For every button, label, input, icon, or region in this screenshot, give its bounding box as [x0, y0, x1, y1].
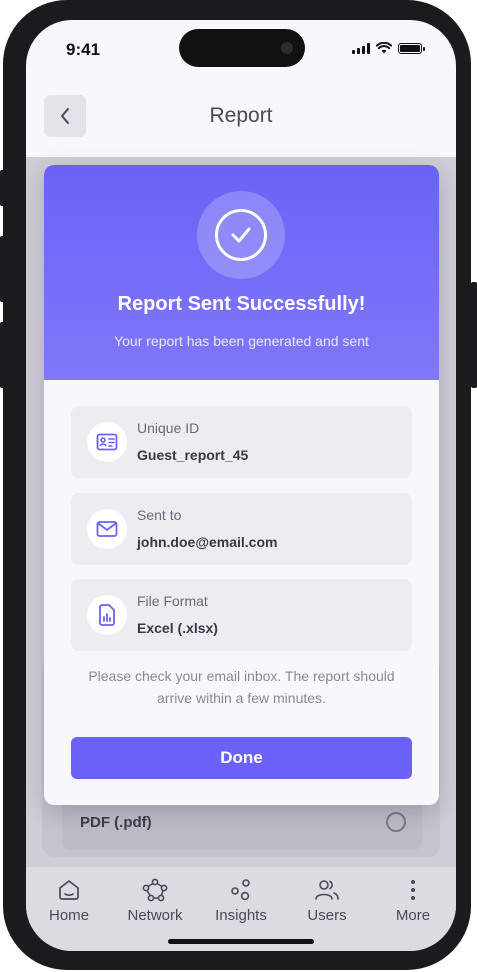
- camera-icon: [281, 42, 293, 54]
- success-modal: Report Sent Successfully! Your report ha…: [44, 165, 439, 805]
- info-card-unique-id: Unique ID Guest_report_45: [71, 406, 412, 478]
- nav-item-more[interactable]: More: [370, 877, 456, 924]
- info-label: Sent to: [137, 507, 182, 523]
- nav-label: Network: [127, 907, 183, 924]
- screen: 9:41 Report PDF (.pdf) Report Sent Succe…: [26, 20, 456, 951]
- nav-item-network[interactable]: Network: [112, 877, 198, 924]
- status-icons: [352, 42, 425, 54]
- nav-label: Insights: [215, 907, 267, 924]
- done-button[interactable]: Done: [71, 737, 412, 779]
- check-circle-icon: [215, 209, 267, 261]
- users-icon: [284, 877, 370, 903]
- home-icon: [26, 877, 112, 903]
- phone-frame: 9:41 Report PDF (.pdf) Report Sent Succe…: [3, 0, 471, 970]
- modal-subtitle: Your report has been generated and sent: [114, 333, 369, 349]
- modal-title: Report Sent Successfully!: [117, 293, 366, 315]
- network-icon: [112, 877, 198, 903]
- side-button-power: [471, 282, 477, 388]
- radio-button: [386, 812, 406, 832]
- more-icon: [370, 877, 456, 903]
- nav-label: Home: [48, 907, 89, 924]
- info-card-sent-to: Sent to john.doe@email.com: [71, 493, 412, 565]
- info-value: Excel (.xlsx): [137, 620, 218, 636]
- insights-icon: [198, 877, 284, 903]
- mail-icon: [87, 509, 127, 549]
- nav-label: More: [395, 907, 431, 924]
- nav-item-users[interactable]: Users: [284, 877, 370, 924]
- info-label: File Format: [137, 593, 208, 609]
- success-badge: [197, 191, 285, 279]
- info-label: Unique ID: [137, 420, 200, 436]
- file-chart-icon: [87, 595, 127, 635]
- info-value: john.doe@email.com: [137, 534, 278, 550]
- signal-icon: [352, 42, 370, 54]
- format-option-label: PDF (.pdf): [80, 814, 152, 831]
- id-card-icon: [87, 422, 127, 462]
- page-title: Report: [209, 104, 273, 127]
- wifi-icon: [376, 42, 392, 54]
- home-indicator: [168, 939, 314, 944]
- header: Report: [26, 80, 456, 160]
- nav-item-home[interactable]: Home: [26, 877, 112, 924]
- info-card-file-format: File Format Excel (.xlsx): [71, 579, 412, 651]
- nav-item-insights[interactable]: Insights: [198, 877, 284, 924]
- dynamic-island: [179, 29, 305, 67]
- battery-icon: [398, 42, 425, 54]
- note-line-1: Please check your email inbox. The repor…: [88, 668, 395, 684]
- status-time: 9:41: [66, 40, 101, 59]
- nav-label: Users: [307, 907, 347, 924]
- info-value: Guest_report_45: [137, 447, 249, 463]
- note-line-2: arrive within a few minutes.: [157, 690, 326, 706]
- modal-header: Report Sent Successfully! Your report ha…: [44, 165, 439, 380]
- info-note: Please check your email inbox. The repor…: [64, 665, 419, 709]
